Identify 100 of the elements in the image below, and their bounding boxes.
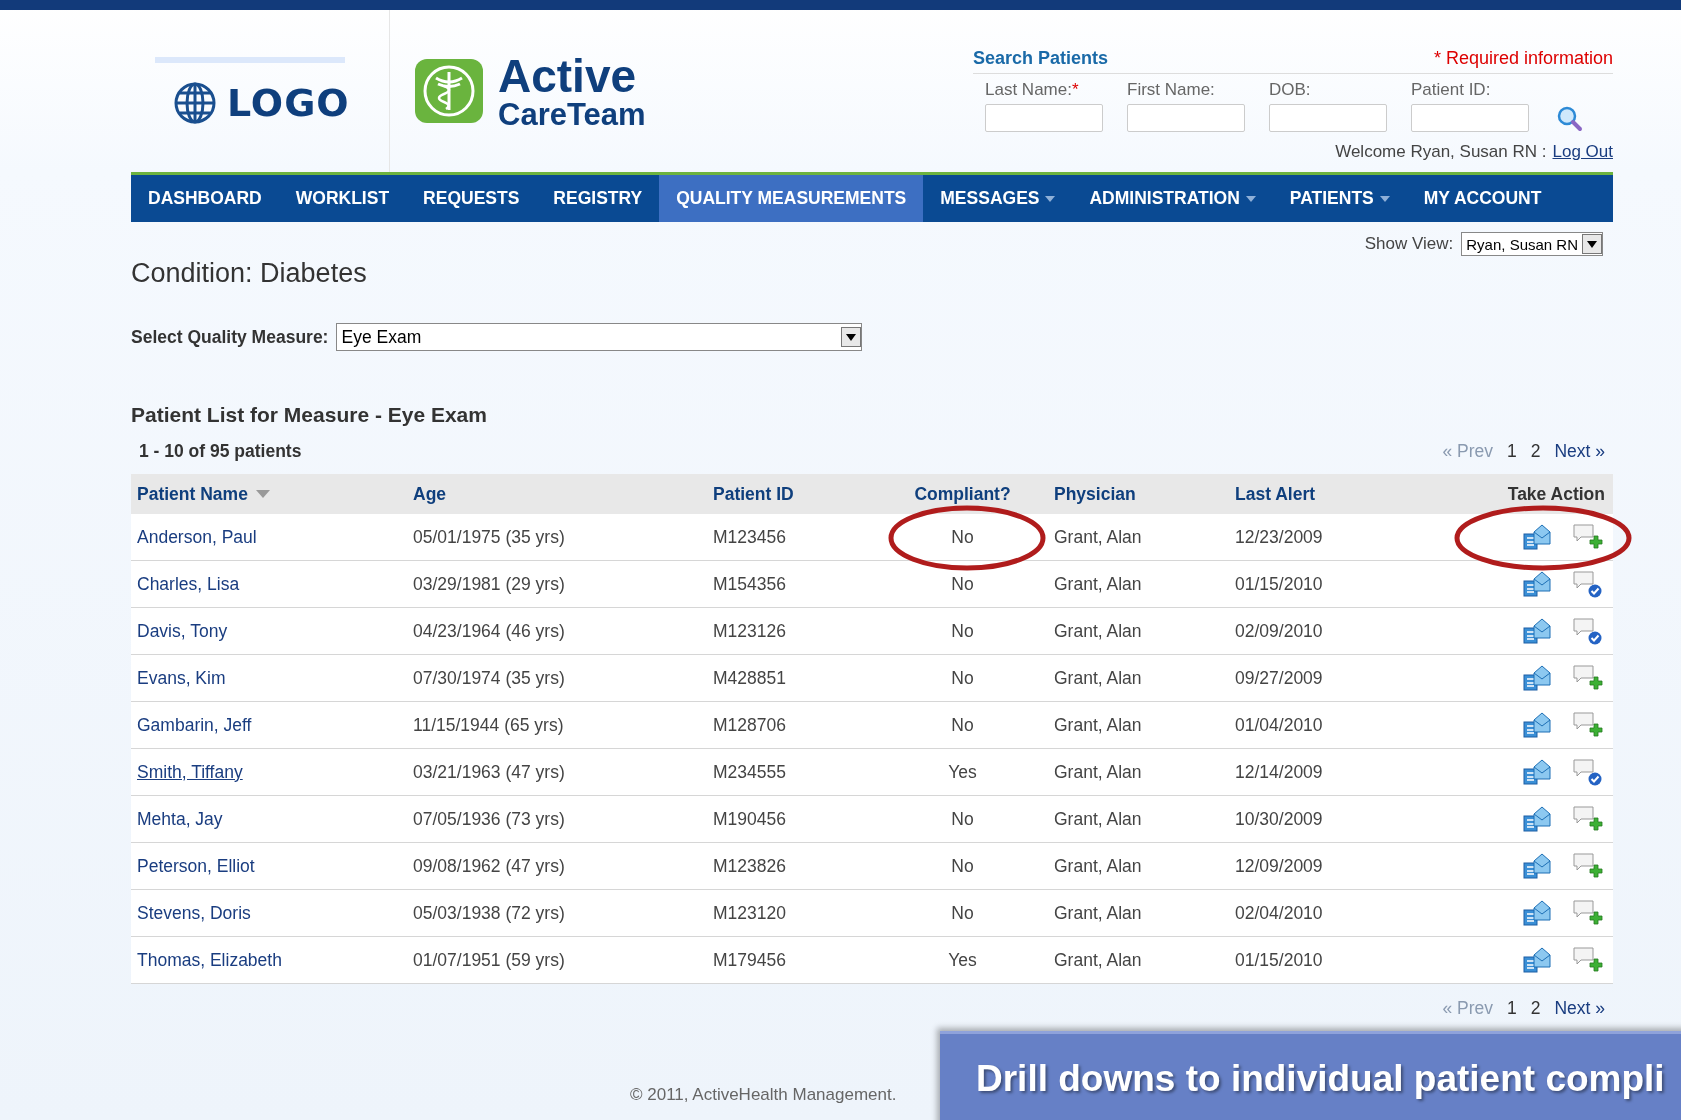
- patient-link[interactable]: Smith, Tiffany: [137, 761, 243, 783]
- next-link[interactable]: Next »: [1554, 441, 1605, 462]
- comment-check-icon[interactable]: [1573, 617, 1603, 645]
- page-link[interactable]: 2: [1530, 441, 1541, 462]
- table-cell: Grant, Alan: [1048, 937, 1229, 984]
- next-link[interactable]: Next »: [1554, 998, 1605, 1019]
- measure-label: Select Quality Measure:: [131, 326, 329, 348]
- table-cell: 09/27/2009: [1229, 655, 1433, 702]
- search-field[interactable]: [1127, 104, 1245, 132]
- message-icon[interactable]: [1523, 853, 1551, 879]
- table-cell: 09/08/1962 (47 yrs): [407, 843, 707, 890]
- patient-link[interactable]: Mehta, Jay: [137, 808, 223, 830]
- caduceus-logo-icon: [414, 58, 484, 124]
- table-cell: No: [877, 608, 1048, 655]
- table-cell: No: [877, 796, 1048, 843]
- table-cell: Grant, Alan: [1048, 796, 1229, 843]
- comment-add-icon[interactable]: [1573, 805, 1603, 833]
- comment-add-icon[interactable]: [1573, 946, 1603, 974]
- field-label: Patient ID:: [1411, 80, 1492, 100]
- copyright-text: © 2011, ActiveHealth Management.: [630, 1085, 897, 1105]
- nav-tab[interactable]: DASHBOARD: [131, 175, 279, 222]
- nav-tab[interactable]: MESSAGES: [923, 175, 1073, 222]
- table-cell: Grant, Alan: [1048, 890, 1229, 937]
- comment-check-icon[interactable]: [1573, 570, 1603, 598]
- column-header: Compliant?: [877, 474, 1048, 514]
- column-header[interactable]: Patient Name: [131, 474, 407, 514]
- table-cell: 02/09/2010: [1229, 608, 1433, 655]
- table-cell: 01/07/1951 (59 yrs): [407, 937, 707, 984]
- message-icon[interactable]: [1523, 524, 1551, 550]
- table-cell: M190456: [707, 796, 877, 843]
- table-cell: 05/03/1938 (72 yrs): [407, 890, 707, 937]
- logout-link[interactable]: Log Out: [1552, 142, 1613, 162]
- search-field[interactable]: [1411, 104, 1529, 132]
- field-label: First Name:: [1127, 80, 1216, 100]
- table-cell: 11/15/1944 (65 yrs): [407, 702, 707, 749]
- table-cell: Yes: [877, 749, 1048, 796]
- nav-tab[interactable]: ADMINISTRATION: [1072, 175, 1273, 222]
- search-title: Search Patients: [973, 48, 1109, 69]
- table-cell: M123120: [707, 890, 877, 937]
- table-cell: M123456: [707, 514, 877, 561]
- patient-link[interactable]: Stevens, Doris: [137, 902, 251, 924]
- message-icon[interactable]: [1523, 665, 1551, 691]
- comment-add-icon[interactable]: [1573, 523, 1603, 551]
- table-cell: M428851: [707, 655, 877, 702]
- column-header: Patient ID: [707, 474, 877, 514]
- nav-tab[interactable]: REQUESTS: [406, 175, 537, 222]
- table-cell: 03/21/1963 (47 yrs): [407, 749, 707, 796]
- message-icon[interactable]: [1523, 571, 1551, 597]
- table-cell: 07/30/1974 (35 yrs): [407, 655, 707, 702]
- patient-link[interactable]: Evans, Kim: [137, 667, 226, 689]
- table-cell: M234555: [707, 749, 877, 796]
- table-cell: Yes: [877, 937, 1048, 984]
- comment-check-icon[interactable]: [1573, 758, 1603, 786]
- measure-select[interactable]: Eye Exam: [336, 323, 863, 351]
- nav-tab[interactable]: PATIENTS: [1272, 175, 1407, 222]
- field-label: DOB:: [1269, 80, 1312, 100]
- brand-name: Active: [498, 52, 638, 99]
- page-link[interactable]: 1: [1506, 998, 1517, 1019]
- column-header: Take Action: [1433, 474, 1613, 514]
- nav-tab[interactable]: MY ACCOUNT: [1406, 175, 1559, 222]
- search-field[interactable]: [985, 104, 1103, 132]
- message-icon[interactable]: [1523, 900, 1551, 926]
- table-cell: Grant, Alan: [1048, 749, 1229, 796]
- comment-add-icon[interactable]: [1573, 711, 1603, 739]
- brand-name: CareTeam: [498, 98, 646, 130]
- table-cell: 12/14/2009: [1229, 749, 1433, 796]
- patient-link[interactable]: Gambarin, Jeff: [137, 714, 252, 736]
- page-title: Condition: Diabetes: [131, 258, 368, 289]
- welcome-text: Welcome Ryan, Susan RN :: [1335, 142, 1547, 162]
- table-cell: 01/15/2010: [1229, 561, 1433, 608]
- comment-add-icon[interactable]: [1573, 664, 1603, 692]
- page-link[interactable]: 2: [1530, 998, 1541, 1019]
- field-label: Last Name:*: [985, 80, 1080, 100]
- table-cell: No: [877, 702, 1048, 749]
- nav-tab[interactable]: WORKLIST: [278, 175, 407, 222]
- table-cell: 12/23/2009: [1229, 514, 1433, 561]
- comment-add-icon[interactable]: [1573, 899, 1603, 927]
- message-icon[interactable]: [1523, 712, 1551, 738]
- patient-link[interactable]: Charles, Lisa: [137, 573, 240, 595]
- table-cell: No: [877, 514, 1048, 561]
- nav-tab[interactable]: QUALITY MEASUREMENTS: [659, 175, 924, 222]
- patient-link[interactable]: Davis, Tony: [137, 620, 228, 642]
- table-cell: 01/04/2010: [1229, 702, 1433, 749]
- table-cell: 05/01/1975 (35 yrs): [407, 514, 707, 561]
- search-icon[interactable]: [1557, 106, 1583, 132]
- table-cell: M123826: [707, 843, 877, 890]
- message-icon[interactable]: [1523, 947, 1551, 973]
- comment-add-icon[interactable]: [1573, 852, 1603, 880]
- message-icon[interactable]: [1523, 618, 1551, 644]
- list-title: Patient List for Measure - Eye Exam: [131, 403, 488, 427]
- search-field[interactable]: [1269, 104, 1387, 132]
- message-icon[interactable]: [1523, 759, 1551, 785]
- show-view-select[interactable]: Ryan, Susan RN: [1461, 232, 1603, 256]
- table-cell: 03/29/1981 (29 yrs): [407, 561, 707, 608]
- nav-tab[interactable]: REGISTRY: [536, 175, 660, 222]
- globe-icon: [173, 81, 217, 125]
- table-cell: No: [877, 655, 1048, 702]
- page-link[interactable]: 1: [1506, 441, 1517, 462]
- patient-count: 1 - 10 of 95 patients: [139, 441, 302, 462]
- message-icon[interactable]: [1523, 806, 1551, 832]
